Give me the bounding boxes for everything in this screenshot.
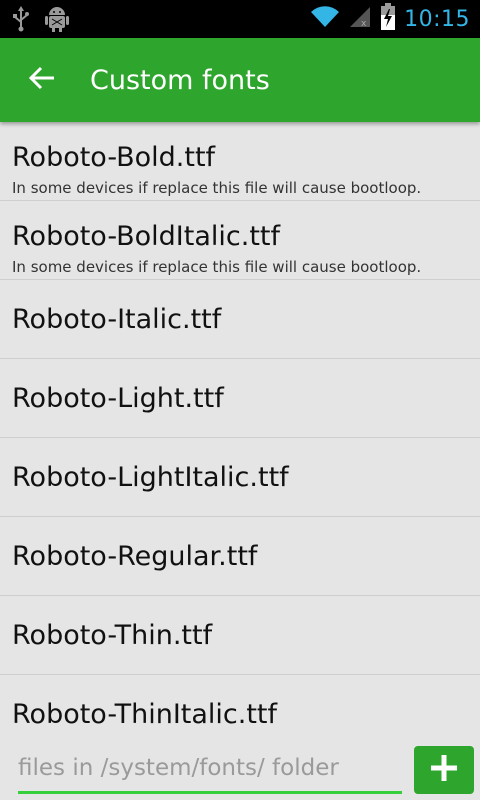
font-name: Roboto-Italic.ttf [12, 304, 222, 335]
back-button[interactable] [22, 60, 62, 100]
font-name: Roboto-Bold.ttf [12, 142, 216, 173]
signal-icon: x [348, 5, 372, 33]
font-list: Roboto-Bold.ttf In some devices if repla… [0, 122, 480, 742]
add-button[interactable] [414, 746, 474, 794]
battery-charging-icon [380, 3, 396, 35]
list-item[interactable]: Roboto-LightItalic.ttf [0, 438, 480, 517]
font-name: Roboto-LightItalic.ttf [12, 462, 289, 493]
toolbar: Custom fonts [0, 38, 480, 122]
wifi-icon [310, 5, 340, 33]
arrow-left-icon [28, 66, 56, 94]
status-bar: x 10:15 [0, 0, 480, 38]
plus-icon [429, 753, 459, 787]
list-item[interactable]: Roboto-BoldItalic.ttf In some devices if… [0, 201, 480, 280]
list-item[interactable]: Roboto-ThinItalic.ttf [0, 675, 480, 742]
svg-text:x: x [361, 19, 367, 29]
bottom-bar [0, 740, 480, 800]
font-warning-note: In some devices if replace this file wil… [12, 179, 422, 197]
list-item[interactable]: Roboto-Italic.ttf [0, 280, 480, 359]
status-time: 10:15 [404, 6, 470, 32]
list-item[interactable]: Roboto-Thin.ttf [0, 596, 480, 675]
font-name: Roboto-Regular.ttf [12, 541, 258, 572]
android-debug-icon [44, 5, 70, 37]
list-item[interactable]: Roboto-Light.ttf [0, 359, 480, 438]
font-name: Roboto-Light.ttf [12, 383, 224, 414]
list-item[interactable]: Roboto-Regular.ttf [0, 517, 480, 596]
font-name: Roboto-ThinItalic.ttf [12, 699, 278, 730]
font-name: Roboto-Thin.ttf [12, 620, 213, 651]
font-warning-note: In some devices if replace this file wil… [12, 258, 422, 276]
usb-icon [12, 6, 30, 36]
font-name: Roboto-BoldItalic.ttf [12, 221, 280, 252]
page-title: Custom fonts [90, 64, 270, 96]
path-input[interactable] [18, 744, 402, 794]
list-item[interactable]: Roboto-Bold.ttf In some devices if repla… [0, 122, 480, 201]
